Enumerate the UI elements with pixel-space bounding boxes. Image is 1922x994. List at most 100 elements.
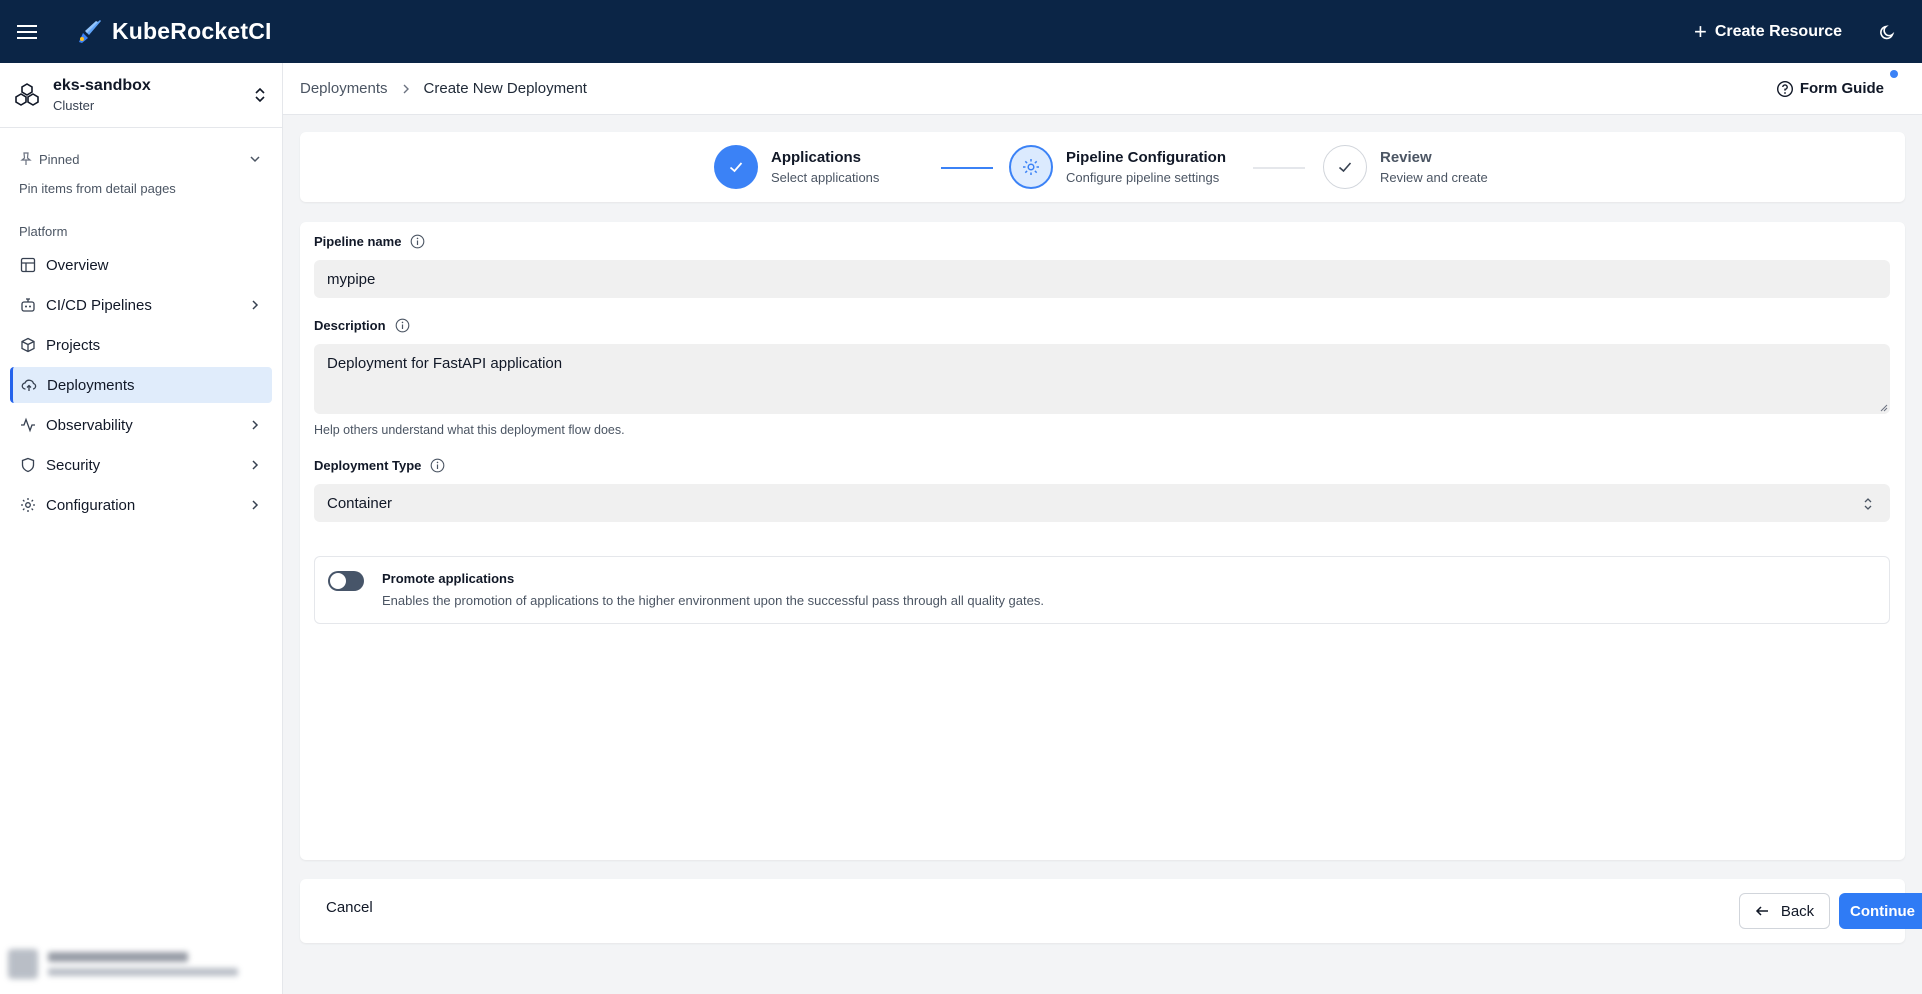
chevron-right-icon — [252, 460, 259, 470]
gear-icon — [19, 496, 37, 514]
rocket-logo-icon — [79, 19, 101, 43]
sidebar-item-label: Configuration — [46, 496, 136, 514]
step-current-gear-icon — [1009, 145, 1053, 189]
step-title: Review — [1380, 149, 1432, 166]
dark-mode-toggle-icon[interactable] — [1874, 18, 1902, 46]
sidebar-item-label: Security — [46, 456, 101, 474]
sidebar-item-label: Projects — [46, 336, 101, 354]
back-label: Back — [1780, 902, 1815, 920]
step-title: Pipeline Configuration — [1066, 149, 1226, 166]
sidebar-item-overview[interactable]: Overview — [10, 247, 272, 283]
deployment-type-value: Container — [327, 494, 393, 512]
continue-label: Continue — [1850, 902, 1915, 920]
main-content: Applications Select applications Pipelin… — [283, 116, 1922, 994]
step-subtitle: Configure pipeline settings — [1066, 170, 1220, 185]
platform-section-title: Platform — [19, 224, 68, 239]
pin-hint-text: Pin items from detail pages — [19, 181, 176, 196]
activity-icon — [19, 416, 37, 434]
step-connector — [1253, 167, 1305, 169]
pinned-label: Pinned — [39, 151, 80, 167]
resize-handle-icon[interactable] — [1878, 402, 1888, 412]
step-connector — [941, 167, 993, 169]
sidebar-item-label: Overview — [46, 256, 109, 274]
pipeline-name-input[interactable]: mypipe — [314, 260, 1890, 298]
breadcrumb-deployments-link[interactable]: Deployments — [300, 80, 388, 97]
hamburger-menu-icon[interactable] — [0, 0, 54, 63]
cluster-switcher[interactable]: eks-sandbox Cluster — [0, 63, 282, 128]
pipeline-config-form: Pipeline name mypipe Description Deploym… — [300, 222, 1905, 860]
create-resource-label: Create Resource — [1714, 22, 1842, 40]
step-applications[interactable]: Applications Select applications — [714, 145, 879, 189]
sidebar-item-cicd-pipelines[interactable]: CI/CD Pipelines — [10, 287, 272, 323]
cluster-type: Cluster — [53, 98, 95, 113]
pipeline-name-label-text: Pipeline name — [314, 234, 402, 249]
plus-icon: + — [1693, 18, 1707, 44]
description-label-text: Description — [314, 318, 386, 333]
promote-applications-panel: Promote applications Enables the promoti… — [314, 556, 1890, 624]
promote-title: Promote applications — [382, 571, 515, 586]
description-textarea[interactable]: Deployment for FastAPI application — [314, 344, 1890, 414]
create-resource-button[interactable]: + Create Resource — [1693, 18, 1842, 44]
form-footer: Cancel Back Continue — [300, 879, 1922, 943]
step-pipeline-configuration[interactable]: Pipeline Configuration Configure pipelin… — [1009, 145, 1226, 189]
cancel-button[interactable]: Cancel — [326, 899, 373, 916]
user-profile-blurred[interactable] — [8, 944, 274, 984]
pipeline-name-value: mypipe — [327, 270, 376, 288]
form-guide-button[interactable]: Form Guide — [1776, 69, 1898, 98]
chevron-right-icon — [252, 500, 259, 510]
arrow-left-icon — [1755, 906, 1768, 916]
breadcrumb-current: Create New Deployment — [423, 80, 587, 97]
info-icon[interactable] — [410, 234, 425, 249]
sidebar: eks-sandbox Cluster Pinned Pin items fro… — [0, 63, 283, 994]
continue-button[interactable]: Continue — [1839, 893, 1922, 929]
step-pending-check-icon — [1323, 145, 1367, 189]
pin-icon — [20, 152, 32, 165]
notification-dot — [1890, 69, 1898, 78]
brand[interactable]: KubeRocketCI — [74, 17, 272, 47]
chevron-up-down-icon — [1864, 498, 1872, 510]
chevron-right-icon — [403, 84, 409, 93]
form-guide-label: Form Guide — [1799, 80, 1884, 97]
sidebar-item-label: Observability — [46, 416, 133, 434]
deployment-type-select[interactable]: Container — [314, 484, 1890, 522]
stepper: Applications Select applications Pipelin… — [300, 132, 1905, 202]
overview-icon — [19, 256, 37, 274]
sidebar-item-label: CI/CD Pipelines — [46, 296, 152, 314]
description-helper-text: Help others understand what this deploym… — [314, 423, 625, 437]
promote-applications-toggle[interactable] — [328, 571, 364, 591]
pipeline-name-label: Pipeline name — [314, 234, 425, 249]
deployment-type-label-text: Deployment Type — [314, 458, 422, 473]
pinned-section-toggle[interactable]: Pinned — [0, 141, 282, 177]
chevron-up-down-icon — [255, 87, 265, 103]
sidebar-item-security[interactable]: Security — [10, 447, 272, 483]
chevron-right-icon — [252, 420, 259, 430]
box-icon — [19, 336, 37, 354]
help-circle-icon — [1776, 80, 1793, 97]
description-value: Deployment for FastAPI application — [327, 355, 563, 372]
sidebar-item-projects[interactable]: Projects — [10, 327, 272, 363]
promote-description: Enables the promotion of applications to… — [382, 593, 1044, 608]
sidebar-item-configuration[interactable]: Configuration — [10, 487, 272, 523]
cluster-icon — [15, 83, 39, 106]
cloud-upload-icon — [20, 376, 38, 394]
bot-icon — [19, 296, 37, 314]
step-subtitle: Select applications — [771, 170, 880, 185]
step-review[interactable]: Review Review and create — [1323, 145, 1488, 189]
sidebar-item-observability[interactable]: Observability — [10, 407, 272, 443]
step-done-check-icon — [714, 145, 758, 189]
deployment-type-label: Deployment Type — [314, 458, 445, 473]
avatar — [8, 949, 38, 979]
info-icon[interactable] — [430, 458, 445, 473]
info-icon[interactable] — [395, 318, 410, 333]
back-button[interactable]: Back — [1739, 893, 1830, 929]
brand-name: KubeRocketCI — [112, 18, 272, 44]
breadcrumb-bar: Deployments Create New Deployment Form G… — [283, 63, 1922, 115]
shield-icon — [19, 456, 37, 474]
step-subtitle: Review and create — [1380, 170, 1488, 185]
step-title: Applications — [771, 149, 862, 166]
sidebar-item-deployments[interactable]: Deployments — [10, 367, 272, 403]
description-label: Description — [314, 318, 410, 333]
chevron-right-icon — [252, 300, 259, 310]
sidebar-item-label: Deployments — [47, 376, 135, 394]
chevron-down-icon — [250, 156, 260, 163]
